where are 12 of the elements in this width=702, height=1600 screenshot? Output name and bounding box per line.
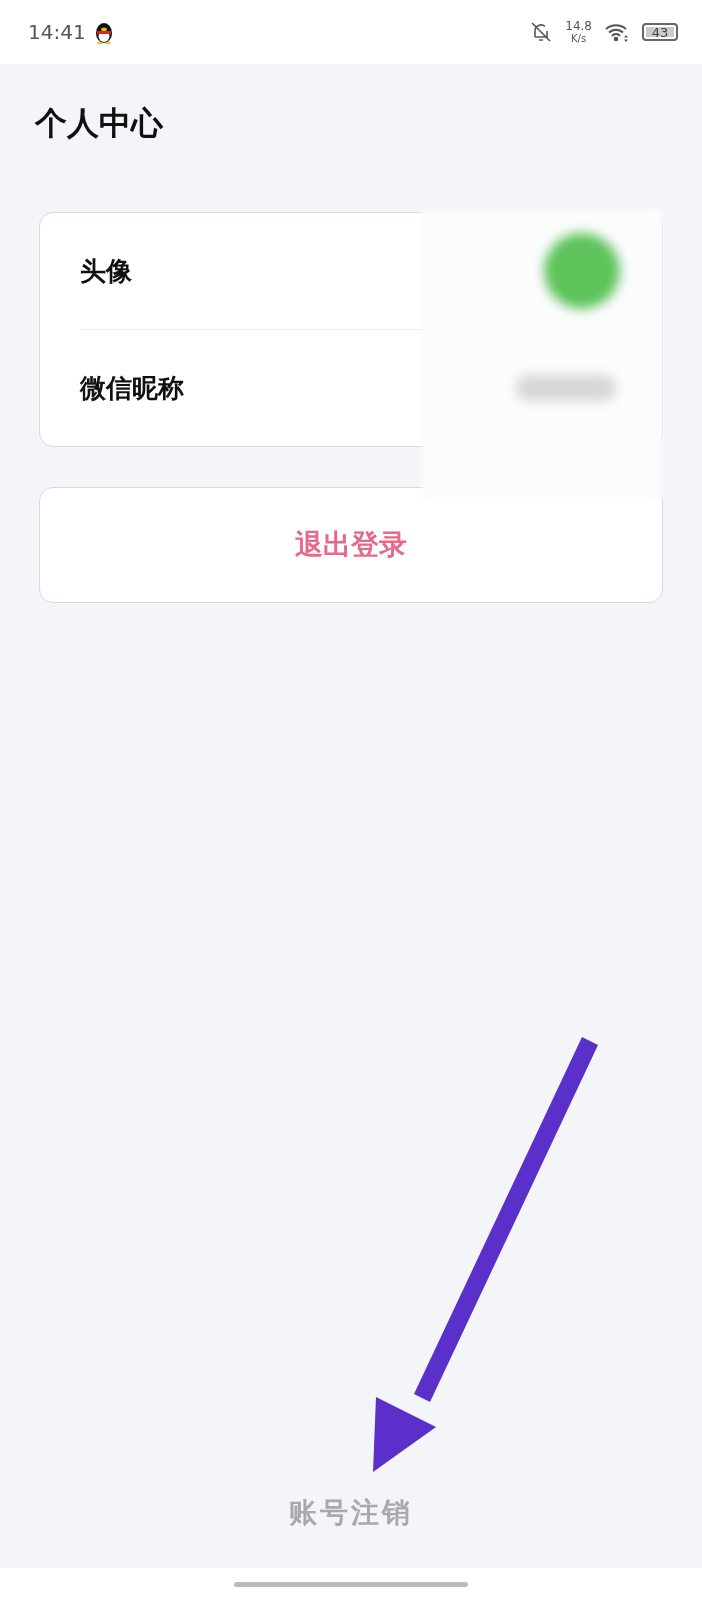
wifi-icon [604,22,630,42]
status-time: 14:41 [28,20,86,44]
home-indicator[interactable] [234,1581,468,1587]
page-title: 个人中心 [35,103,164,144]
logout-button[interactable]: 退出登录 [39,487,663,603]
speed-unit: K/s [571,33,587,45]
cancel-account-link[interactable]: 账号注销 [289,1494,413,1532]
network-speed: 14.8 [565,19,592,34]
battery-icon: 43 [642,23,678,41]
row-label: 微信昵称 [80,371,184,405]
row-label: 头像 [80,254,132,288]
penguin-icon [93,20,114,44]
